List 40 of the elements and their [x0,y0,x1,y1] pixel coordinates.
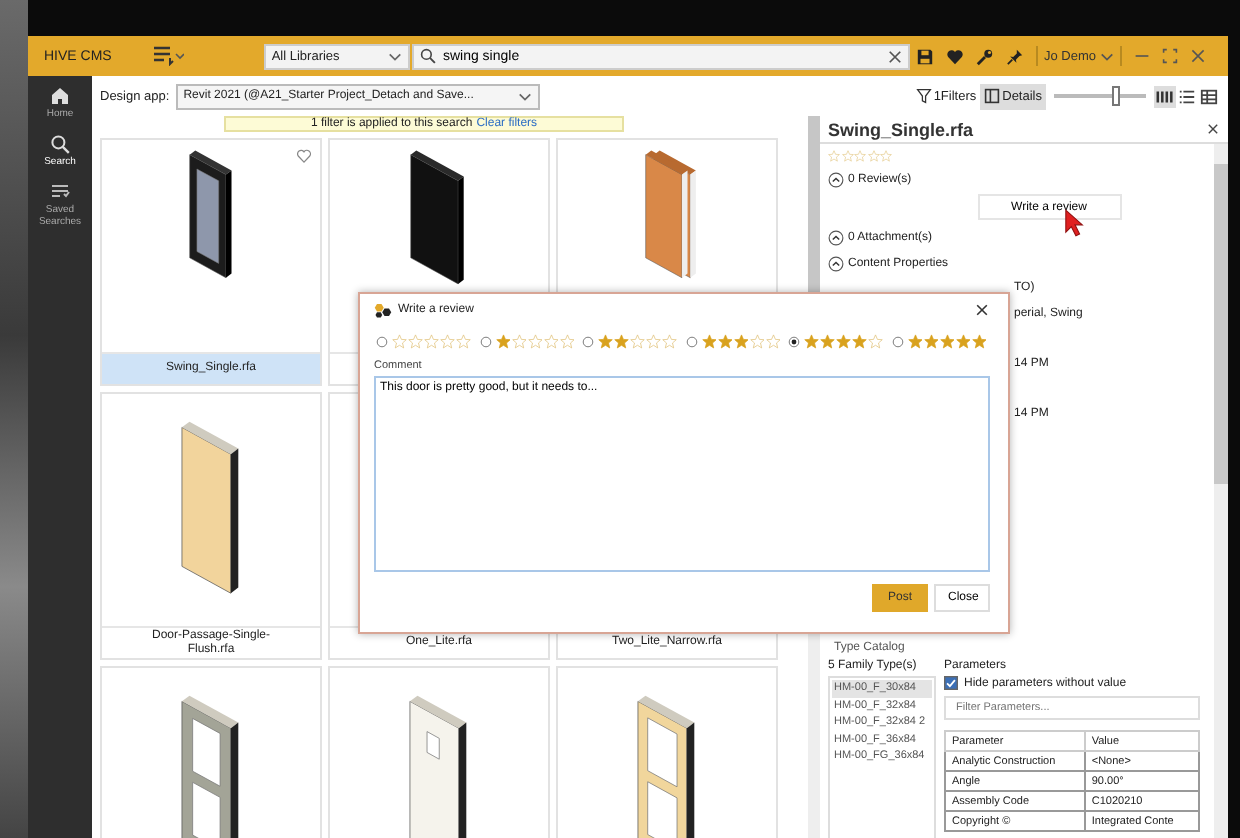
grid-icon [1156,87,1174,105]
saved-icon [50,182,70,202]
caret-icon[interactable] [1100,51,1115,61]
toggle-icon[interactable] [828,172,844,188]
save-icon[interactable] [916,47,934,65]
table-icon [1200,87,1218,105]
menu-icon[interactable] [151,46,184,66]
radio-button[interactable] [376,335,388,348]
caret-icon [388,51,403,61]
radio-button[interactable] [479,335,491,348]
table-view-button[interactable] [1198,85,1220,107]
logo-icon [374,302,392,318]
close-icon[interactable] [1206,122,1220,136]
heart-icon[interactable] [296,148,312,164]
wrench-icon[interactable] [976,47,994,65]
scrollbar[interactable] [1214,144,1228,838]
list-icon [1178,87,1196,105]
checkbox[interactable] [944,676,958,690]
panel-title: Swing_Single.rfa [828,119,974,139]
toggle-icon[interactable] [828,256,844,272]
pin-icon[interactable] [1006,47,1024,65]
radio-button[interactable] [685,335,697,348]
radio-button[interactable] [582,335,594,348]
search-icon [50,134,70,154]
cursor-icon [1064,208,1086,238]
clear-icon[interactable] [888,49,902,63]
filter-icon [915,88,932,104]
heart-icon[interactable] [946,47,964,65]
maximize-icon[interactable] [1162,48,1179,64]
radio-button[interactable] [891,335,903,348]
toggle-icon[interactable] [828,230,844,246]
home-icon [50,86,70,106]
caret-icon [517,91,532,101]
panel-icon [984,88,1001,104]
grid-view-button[interactable] [1154,85,1176,107]
radio-button[interactable] [788,335,800,348]
close-icon[interactable] [974,302,990,318]
search-icon [420,48,437,64]
slider-thumb[interactable] [1112,86,1121,106]
list-view-button[interactable] [1176,85,1198,107]
